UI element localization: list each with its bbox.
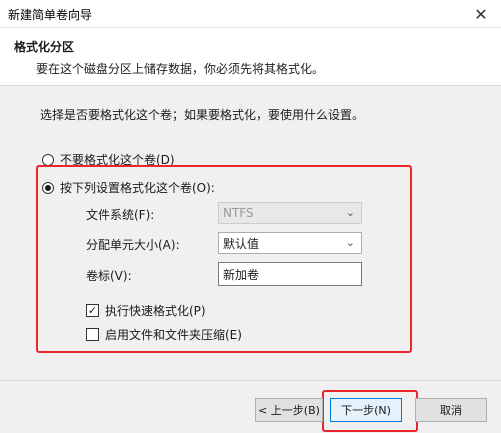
file-system-label: 文件系统(F): xyxy=(86,208,155,222)
file-system-select[interactable]: NTFS ⌄ xyxy=(218,202,362,224)
compression-checkbox-row[interactable]: 启用文件和文件夹压缩(E) xyxy=(86,326,242,343)
volume-label-input[interactable]: 新加卷 xyxy=(218,262,362,286)
radio-no-format[interactable]: 不要格式化这个卷(D) xyxy=(42,151,175,168)
page-subtitle: 要在这个磁盘分区上储存数据，你必须先将其格式化。 xyxy=(36,62,325,76)
chevron-down-icon: ⌄ xyxy=(345,236,355,249)
quick-format-label: 执行快速格式化(P) xyxy=(105,304,206,318)
radio-no-format-label: 不要格式化这个卷(D) xyxy=(60,153,175,167)
radio-format-indicator[interactable] xyxy=(42,181,54,194)
quick-format-checkbox[interactable]: ✓ xyxy=(86,304,99,317)
back-button[interactable]: < 上一步(B) xyxy=(255,398,323,422)
file-system-value: NTFS xyxy=(223,206,254,220)
volume-label-label: 卷标(V): xyxy=(86,269,132,283)
wizard-window: 新建简单卷向导 ✕ 格式化分区 要在这个磁盘分区上储存数据，你必须先将其格式化。… xyxy=(0,0,501,433)
radio-no-format-indicator[interactable] xyxy=(42,153,54,166)
cancel-button[interactable]: 取消 xyxy=(415,398,487,422)
allocation-unit-select[interactable]: 默认值 ⌄ xyxy=(218,232,362,254)
title-bar: 新建简单卷向导 ✕ xyxy=(0,0,501,28)
allocation-unit-value: 默认值 xyxy=(223,236,260,251)
next-button[interactable]: 下一步(N) xyxy=(330,398,402,422)
chevron-down-icon: ⌄ xyxy=(345,206,355,219)
radio-format[interactable]: 按下列设置格式化这个卷(O): xyxy=(42,179,215,196)
wizard-body: 选择是否要格式化这个卷；如果要格式化，要使用什么设置。 不要格式化这个卷(D) … xyxy=(0,86,501,386)
close-icon[interactable]: ✕ xyxy=(461,0,501,28)
allocation-unit-label: 分配单元大小(A): xyxy=(86,238,180,252)
quick-format-checkbox-row[interactable]: ✓ 执行快速格式化(P) xyxy=(86,302,206,319)
radio-format-label: 按下列设置格式化这个卷(O): xyxy=(60,181,215,195)
wizard-header: 格式化分区 要在这个磁盘分区上储存数据，你必须先将其格式化。 xyxy=(0,28,501,86)
instruction-text: 选择是否要格式化这个卷；如果要格式化，要使用什么设置。 xyxy=(40,108,365,122)
window-title: 新建简单卷向导 xyxy=(8,8,93,22)
compression-label: 启用文件和文件夹压缩(E) xyxy=(105,328,242,342)
footer-separator xyxy=(0,380,501,381)
compression-checkbox[interactable] xyxy=(86,328,99,341)
page-title: 格式化分区 xyxy=(14,40,75,54)
